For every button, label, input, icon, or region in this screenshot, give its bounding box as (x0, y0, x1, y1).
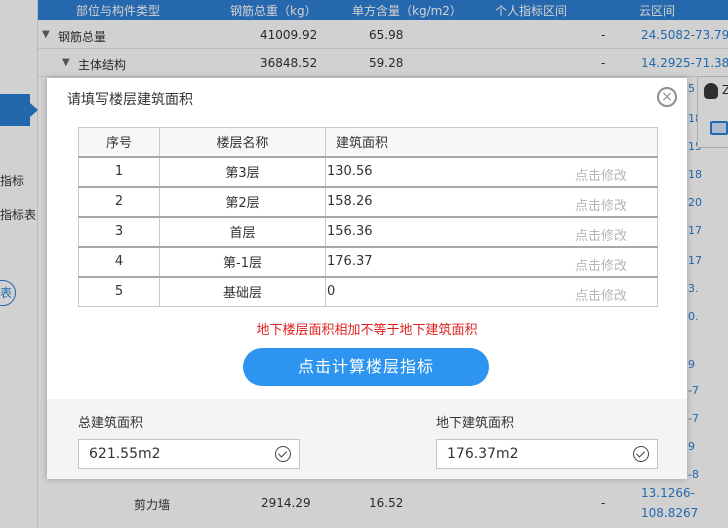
table-row: 2 第2层 158.26 点击修改 (78, 185, 658, 217)
header-index: 序号 (78, 127, 160, 157)
table-row: 5 基础层 0 点击修改 (78, 275, 658, 307)
row-area-cell[interactable]: 156.36 点击修改 (325, 215, 658, 247)
underground-area-field[interactable]: 176.37m2 (436, 439, 658, 469)
row-area-cell[interactable]: 158.26 点击修改 (325, 185, 658, 217)
underground-area-value: 176.37m2 (447, 446, 519, 462)
row-floor-name: 第3层 (159, 155, 326, 187)
row-area-value[interactable]: 158.26 (327, 194, 373, 209)
row-index: 3 (78, 215, 160, 247)
edit-link[interactable]: 点击修改 (575, 195, 627, 214)
row-floor-name: 首层 (159, 215, 326, 247)
calculate-floor-index-button[interactable]: 点击计算楼层指标 (243, 348, 489, 386)
edit-link[interactable]: 点击修改 (575, 165, 627, 184)
row-index: 4 (78, 245, 160, 277)
row-index: 5 (78, 275, 160, 307)
table-row: 3 首层 156.36 点击修改 (78, 215, 658, 247)
row-area-cell[interactable]: 176.37 点击修改 (325, 245, 658, 277)
row-area-value[interactable]: 176.37 (327, 254, 373, 269)
underground-area-label: 地下建筑面积 (436, 416, 515, 431)
row-floor-name: 基础层 (159, 275, 326, 307)
row-area-value[interactable]: 156.36 (327, 224, 373, 239)
row-area-value[interactable]: 130.56 (327, 164, 373, 179)
total-area-field[interactable]: 621.55m2 (78, 439, 300, 469)
floor-area-table: 序号 楼层名称 建筑面积 1 第3层 130.56 点击修改 2 第2层 158… (78, 127, 658, 307)
close-icon[interactable]: × (657, 87, 677, 107)
total-area-label: 总建筑面积 (78, 416, 144, 431)
check-circle-icon[interactable] (275, 446, 291, 462)
header-area: 建筑面积 (325, 127, 658, 157)
edit-link[interactable]: 点击修改 (575, 285, 627, 304)
dialog-title: 请填写楼层建筑面积 (67, 92, 193, 108)
row-area-value[interactable]: 0 (327, 284, 335, 299)
warning-message: 地下楼层面积相加不等于地下建筑面积 (256, 323, 478, 338)
area-summary: 总建筑面积 621.55m2 地下建筑面积 176.37m2 (47, 399, 687, 479)
total-area-value: 621.55m2 (89, 446, 161, 462)
row-index: 1 (78, 155, 160, 187)
header-floor-name: 楼层名称 (159, 127, 326, 157)
row-index: 2 (78, 185, 160, 217)
check-circle-icon[interactable] (633, 446, 649, 462)
row-area-cell[interactable]: 130.56 点击修改 (325, 155, 658, 187)
table-row: 1 第3层 130.56 点击修改 (78, 155, 658, 187)
table-header-row: 序号 楼层名称 建筑面积 (78, 127, 658, 157)
row-area-cell[interactable]: 0 点击修改 (325, 275, 658, 307)
row-floor-name: 第-1层 (159, 245, 326, 277)
edit-link[interactable]: 点击修改 (575, 255, 627, 274)
edit-link[interactable]: 点击修改 (575, 225, 627, 244)
table-row: 4 第-1层 176.37 点击修改 (78, 245, 658, 277)
floor-area-dialog: 请填写楼层建筑面积 × 序号 楼层名称 建筑面积 1 第3层 130.56 点击… (47, 78, 687, 479)
row-floor-name: 第2层 (159, 185, 326, 217)
